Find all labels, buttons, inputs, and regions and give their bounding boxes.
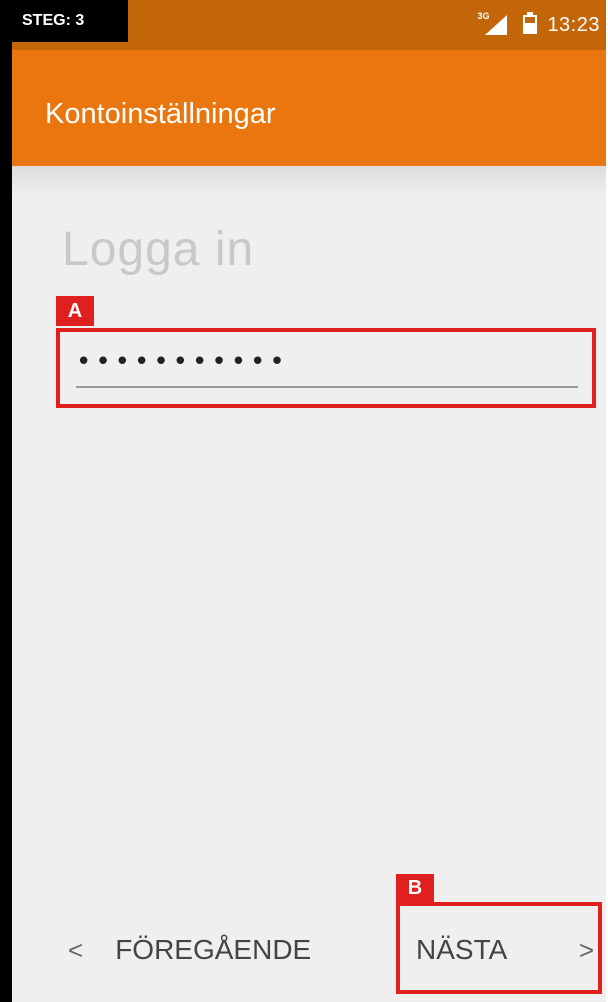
app-bar: Kontoinställningar [12,50,606,166]
phone-screen: STEG: 3 3G 13:23 Kontoinställningar Logg… [0,0,606,1002]
callout-label-a: A [56,296,94,326]
previous-button[interactable]: < FÖREGÅENDE [68,922,311,978]
app-bar-shadow [12,166,606,196]
previous-label: FÖREGÅENDE [115,934,312,965]
chevron-left-icon: < [68,934,84,965]
status-icons: 3G 13:23 [477,0,600,50]
login-heading: Logga in [62,223,255,276]
status-bar: STEG: 3 3G 13:23 [12,0,606,50]
callout-label-b: B [396,874,434,902]
signal-3g-icon: 3G [477,11,513,37]
next-label: NÄSTA [416,934,508,965]
page-title: Kontoinställningar [45,98,276,130]
chevron-right-icon: > [578,934,594,965]
clock: 13:23 [547,13,600,36]
battery-icon [523,11,538,39]
password-field[interactable] [76,338,578,388]
step-label: STEG: 3 [12,0,128,42]
next-button[interactable]: NÄSTA > [416,922,594,978]
